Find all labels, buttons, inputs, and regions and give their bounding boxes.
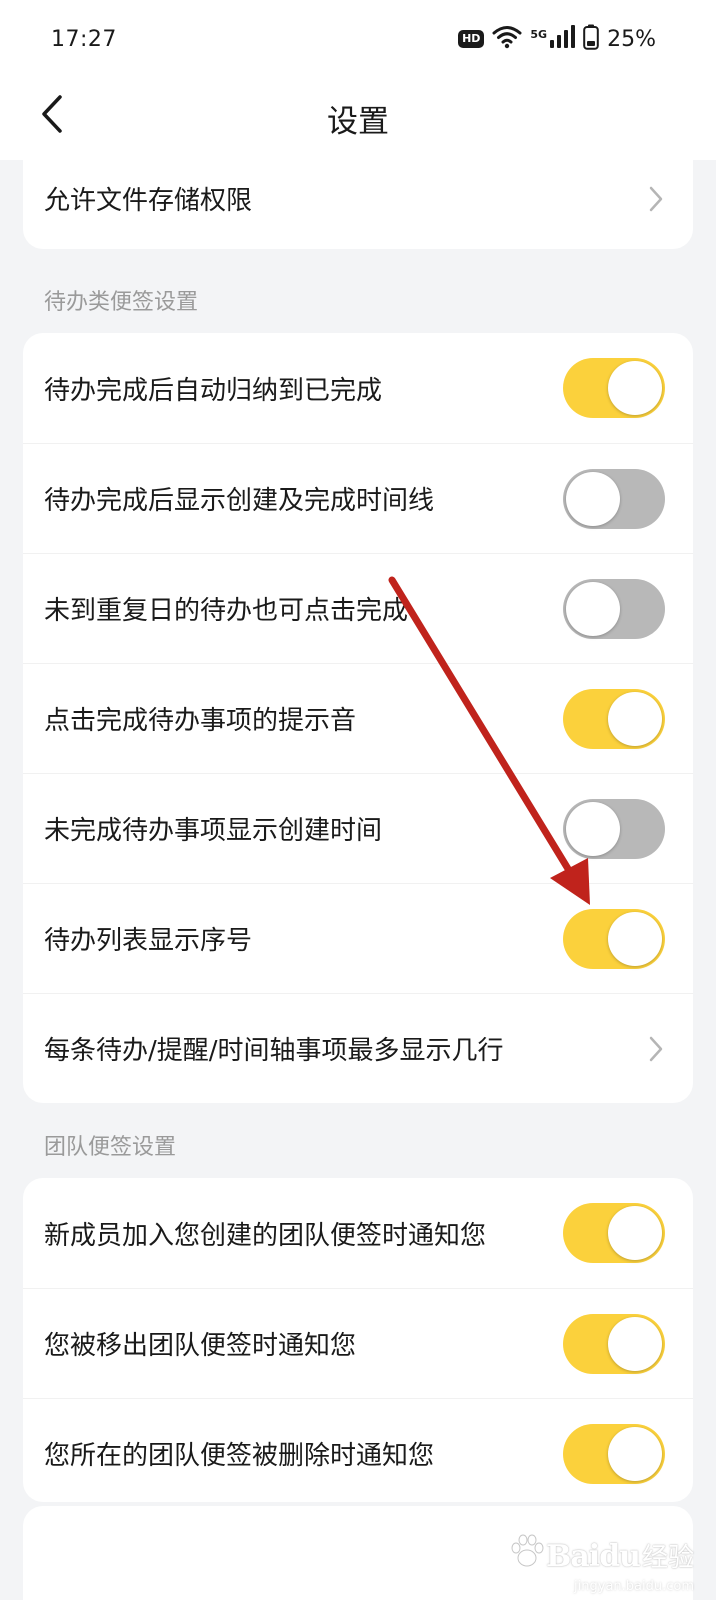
setting-row-auto-archive[interactable]: 待办完成后自动归纳到已完成 [23, 333, 693, 443]
toggle-knob [566, 581, 620, 636]
battery-icon [583, 24, 599, 54]
network-type-label: 5G [530, 27, 548, 41]
toggle-knob [608, 691, 662, 746]
setting-row-timeline[interactable]: 待办完成后显示创建及完成时间线 [23, 443, 693, 553]
battery-percent: 25% [607, 26, 656, 52]
toggle-new-member-notify[interactable] [563, 1203, 665, 1263]
team-settings-card: 新成员加入您创建的团队便签时通知您 您被移出团队便签时通知您 您所在的团队便签被… [23, 1178, 693, 1502]
watermark-brand: Baidu [546, 1539, 641, 1574]
toggle-knob [608, 911, 662, 966]
row-label: 未到重复日的待办也可点击完成 [44, 596, 409, 626]
toggle-knob [608, 1426, 662, 1481]
row-label: 每条待办/提醒/时间轴事项最多显示几行 [44, 1036, 504, 1066]
row-label: 未完成待办事项显示创建时间 [44, 816, 383, 846]
setting-row-removed-notify[interactable]: 您被移出团队便签时通知您 [23, 1288, 693, 1398]
todo-settings-card: 待办完成后自动归纳到已完成 待办完成后显示创建及完成时间线 未到重复日的待办也可… [23, 333, 693, 1103]
setting-row-deleted-notify[interactable]: 您所在的团队便签被删除时通知您 [23, 1398, 693, 1502]
toggle-knob [566, 801, 620, 856]
toggle-complete-sound[interactable] [563, 688, 665, 749]
setting-row-complete-sound[interactable]: 点击完成待办事项的提示音 [23, 663, 693, 773]
section-title-team: 团队便签设置 [44, 1135, 177, 1160]
row-label: 您被移出团队便签时通知您 [44, 1331, 357, 1361]
settings-screen: 17:27 HD 5G 25% 设置 允许文件存储权限 待办类便签设置 待办完成… [0, 0, 716, 1600]
wifi-icon [492, 25, 522, 53]
chevron-right-icon [645, 184, 667, 214]
toggle-show-numbers[interactable] [563, 908, 665, 969]
status-time: 17:27 [51, 27, 117, 52]
page-title: 设置 [327, 104, 389, 140]
row-label: 点击完成待办事项的提示音 [44, 706, 357, 736]
toggle-timeline[interactable] [563, 468, 665, 529]
toggle-knob [608, 361, 662, 415]
chevron-right-icon [645, 1034, 667, 1064]
toggle-deleted-notify[interactable] [563, 1423, 665, 1484]
watermark-text: 经验 [641, 1543, 694, 1573]
hd-badge: HD [458, 30, 485, 48]
toggle-show-created-time[interactable] [563, 798, 665, 859]
top-bar: 17:27 HD 5G 25% 设置 [0, 0, 716, 160]
toggle-knob [608, 1316, 662, 1371]
toggle-removed-notify[interactable] [563, 1313, 665, 1374]
setting-row-show-numbers[interactable]: 待办列表显示序号 [23, 883, 693, 993]
baidu-watermark: Baidu 经验 jingyan.baidu.com [510, 1534, 694, 1594]
section-title-todo: 待办类便签设置 [44, 290, 199, 315]
row-label: 新成员加入您创建的团队便签时通知您 [44, 1220, 487, 1251]
toggle-repeat-complete[interactable] [563, 578, 665, 639]
status-icons: HD 5G 25% [458, 24, 656, 54]
row-label: 您所在的团队便签被删除时通知您 [44, 1441, 435, 1471]
watermark-url: jingyan.baidu.com [574, 1579, 694, 1594]
toggle-auto-archive[interactable] [563, 358, 665, 418]
signal-icon [549, 25, 576, 53]
toggle-knob [608, 1206, 662, 1260]
row-label: 待办完成后显示创建及完成时间线 [44, 486, 435, 516]
setting-row-show-created-time[interactable]: 未完成待办事项显示创建时间 [23, 773, 693, 883]
setting-row-new-member-notify[interactable]: 新成员加入您创建的团队便签时通知您 [23, 1178, 693, 1288]
paw-logo-icon [510, 1534, 544, 1574]
row-label: 待办完成后自动归纳到已完成 [44, 375, 383, 406]
row-label: 待办列表显示序号 [44, 926, 253, 956]
setting-row-repeat-complete[interactable]: 未到重复日的待办也可点击完成 [23, 553, 693, 663]
row-label: 允许文件存储权限 [44, 186, 253, 216]
setting-row-max-lines[interactable]: 每条待办/提醒/时间轴事项最多显示几行 [23, 993, 693, 1103]
toggle-knob [566, 471, 620, 526]
